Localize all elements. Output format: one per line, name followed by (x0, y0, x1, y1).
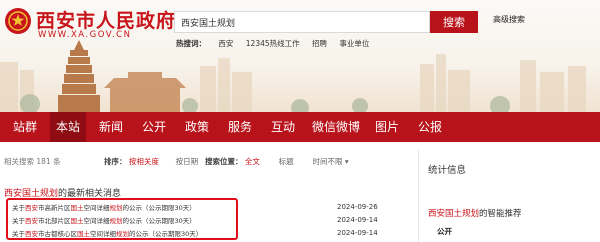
sort-by-date[interactable]: 按日期 (176, 157, 199, 166)
result-keyword: 规划 (116, 230, 129, 238)
result-text: 市高新片区 (38, 204, 71, 212)
search-button[interactable]: 搜索 (430, 11, 478, 33)
hot-word-item[interactable]: 事业单位 (339, 39, 369, 48)
chevron-down-icon: ▾ (344, 157, 349, 166)
site-url: WWW.XA.GOV.CN (38, 30, 132, 40)
result-list-annotation-box: 关于西安市高新片区国土空间详细规划的公示（公示期限30天） 关于西安市北部片区国… (6, 198, 238, 240)
result-keyword: 国土 (70, 204, 84, 212)
national-emblem-icon (5, 8, 31, 34)
result-keyword: 西安 (25, 204, 38, 212)
result-link[interactable]: 关于西安市北部片区国土空间详细规划的公示（公示期限30天） (12, 215, 196, 225)
result-text: 的公示（公示期限30天） (129, 230, 203, 238)
header-banner: 西安市人民政府 WWW.XA.GOV.CN 搜索 高级搜索 热搜词： 西安 12… (0, 0, 600, 112)
position-filter: 搜索位置： 全文 标题 时间不限 ▾ (205, 156, 349, 167)
result-text: 空间详细 (90, 230, 116, 238)
search-box (174, 11, 430, 33)
search-input[interactable] (175, 12, 429, 32)
hot-words-label: 热搜词： (176, 39, 206, 48)
nav-item-bulletin[interactable]: 公报 (412, 112, 448, 142)
public-category-label[interactable]: 公开 (437, 226, 452, 237)
nav-item-interaction[interactable]: 互动 (262, 112, 304, 142)
result-keyword: 规划 (109, 217, 123, 225)
recommendation-suffix: 的智能推荐 (479, 209, 522, 219)
position-label: 搜索位置： (205, 157, 243, 166)
result-text: 市古都核心区 (38, 230, 77, 238)
result-text: 关于 (12, 217, 25, 225)
site-logo[interactable]: 西安市人民政府 WWW.XA.GOV.CN (4, 6, 177, 42)
result-text: 市北部片区 (38, 217, 71, 225)
result-text: 关于 (12, 204, 25, 212)
result-date: 2024-09-14 (337, 216, 378, 224)
nav-item-this-site[interactable]: 本站 (50, 112, 86, 142)
column-divider (418, 150, 419, 242)
result-text: 的公示（公示期限30天） (122, 204, 196, 212)
position-full-text[interactable]: 全文 (245, 157, 260, 166)
sort-by-relevance[interactable]: 按相关度 (129, 157, 159, 166)
result-count: 相关搜索 181 条 (4, 157, 61, 166)
result-text: 关于 (12, 230, 25, 238)
site-title: 西安市人民政府 (36, 10, 177, 32)
nav-item-images[interactable]: 图片 (370, 112, 404, 142)
result-text: 空间详细 (83, 217, 110, 225)
result-keyword: 国土 (70, 217, 84, 225)
position-title[interactable]: 标题 (279, 157, 294, 166)
nav-item-wechat-weibo[interactable]: 微信微博 (308, 112, 364, 142)
sort-filter: 排序： 按相关度 按日期 (104, 156, 198, 167)
result-keyword: 规划 (109, 204, 123, 212)
time-filter-dropdown[interactable]: 时间不限 (312, 157, 342, 166)
hot-word-item[interactable]: 12345热线工作 (246, 39, 300, 48)
result-keyword: 西安 (25, 217, 38, 225)
hot-word-item[interactable]: 招聘 (312, 39, 327, 48)
result-link[interactable]: 关于西安市高新片区国土空间详细规划的公示（公示期限30天） (12, 202, 196, 212)
stats-heading: 统计信息 (428, 165, 467, 176)
nav-item-public[interactable]: 公开 (134, 112, 174, 142)
result-keyword: 国土 (77, 230, 90, 238)
advanced-search-link[interactable]: 高级搜索 (493, 14, 525, 25)
result-date: 2024-09-14 (337, 229, 378, 237)
hot-words-bar: 热搜词： 西安 12345热线工作 招聘 事业单位 (176, 38, 379, 49)
smart-recommendation-heading: 西安国土规划的智能推荐 (428, 207, 522, 219)
nav-item-service[interactable]: 服务 (220, 112, 260, 142)
sort-label: 排序： (104, 157, 127, 166)
result-link[interactable]: 关于西安市古都核心区国土空间详细规划的公示（公示期限30天） (12, 228, 202, 238)
nav-item-news[interactable]: 新闻 (90, 112, 132, 142)
result-text: 空间详细 (83, 204, 110, 212)
nav-item-policy[interactable]: 政策 (176, 112, 218, 142)
hot-word-item[interactable]: 西安 (218, 39, 233, 48)
result-keyword: 西安 (25, 230, 38, 238)
result-date: 2024-09-26 (337, 203, 378, 211)
result-text: 的公示（公示期限30天） (122, 217, 196, 225)
main-nav: 站群 本站 新闻 公开 政策 服务 互动 微信微博 图片 公报 (0, 112, 600, 142)
recommendation-keyword: 西安国土规划 (428, 209, 480, 219)
nav-item-site-group[interactable]: 站群 (0, 112, 50, 142)
